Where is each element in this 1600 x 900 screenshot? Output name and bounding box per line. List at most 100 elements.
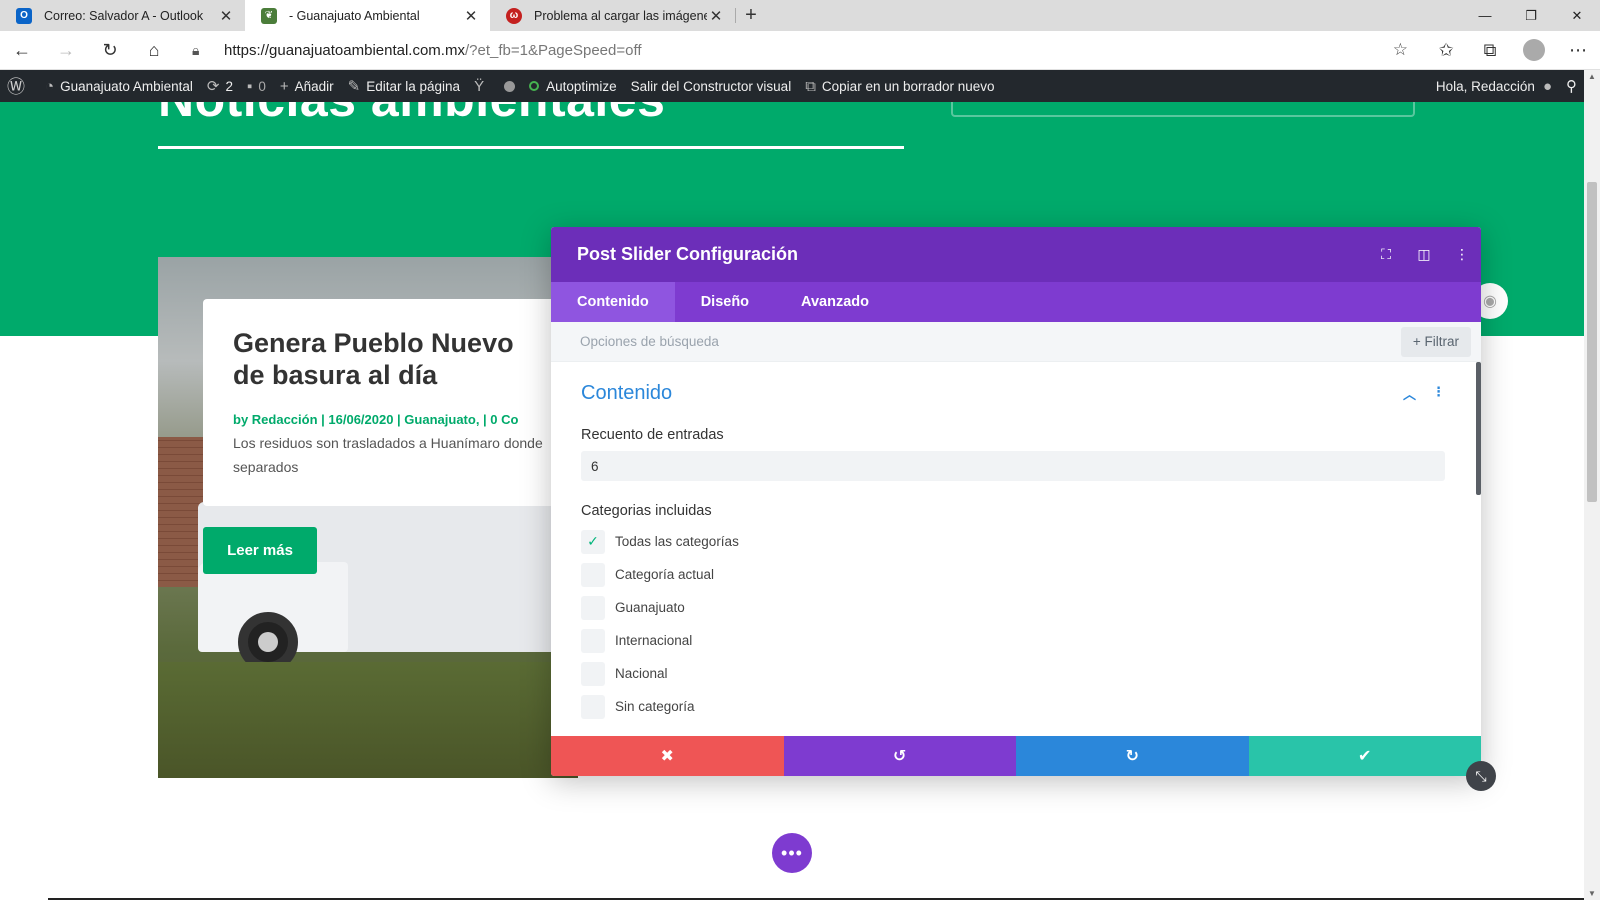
section-kebab-icon[interactable]: ⋮: [1432, 384, 1445, 403]
filter-button[interactable]: + Filtrar: [1400, 326, 1471, 357]
window-close-icon[interactable]: ✕: [1554, 0, 1600, 31]
category-checkbox-nacional[interactable]: Nacional: [581, 657, 1445, 690]
copy-draft-label: Copiar en un borrador nuevo: [821, 78, 995, 94]
add-new-link[interactable]: + Añadir: [273, 70, 341, 102]
favorites-icon[interactable]: ✩: [1424, 31, 1468, 70]
tab-avanzado[interactable]: Avanzado: [775, 282, 895, 322]
modal-header[interactable]: Post Slider Configuración ⛶ ◫ ⋮: [551, 227, 1481, 282]
options-search-input[interactable]: [580, 334, 1401, 349]
yoast-link[interactable]: Ÿ: [467, 70, 497, 102]
edit-page-link[interactable]: ✎ Editar la página: [341, 70, 467, 102]
close-icon[interactable]: ✕: [707, 7, 725, 25]
wordpress-logo-icon[interactable]: Ⓦ: [0, 70, 38, 102]
checkbox[interactable]: [581, 694, 605, 719]
window-controls: — ❐ ✕: [1462, 0, 1600, 31]
section-title: Contenido: [581, 382, 673, 404]
restore-icon[interactable]: ❐: [1508, 0, 1554, 31]
account-menu[interactable]: Hola, Redacción ●: [1429, 70, 1559, 102]
new-tab-button[interactable]: +: [736, 0, 766, 31]
site-name-label: Guanajuato Ambiental: [60, 78, 193, 94]
forward-icon[interactable]: →: [44, 31, 88, 70]
comments-link[interactable]: ▪ 0: [240, 70, 273, 102]
category-checkbox-sin-categoria[interactable]: Sin categoría: [581, 690, 1445, 723]
check-icon[interactable]: ✓: [581, 529, 605, 554]
url-path: /?et_fb=1&PageSpeed=off: [464, 41, 642, 59]
checkbox[interactable]: [581, 562, 605, 587]
address-bar[interactable]: 🔒︎ https://guanajuatoambiental.com.mx/?e…: [182, 34, 1418, 66]
autoptimize-link[interactable]: Autoptimize: [522, 70, 624, 102]
pencil-icon: ✎: [347, 78, 361, 95]
kebab-menu-icon[interactable]: ⋮: [1443, 246, 1481, 263]
post-slider-settings-modal: Post Slider Configuración ⛶ ◫ ⋮ Contenid…: [551, 227, 1481, 776]
category-checkbox-actual[interactable]: Categoría actual: [581, 558, 1445, 591]
read-more-button[interactable]: Leer más: [203, 527, 317, 574]
tab-contenido[interactable]: Contenido: [551, 282, 675, 322]
redo-button[interactable]: ↻: [1016, 736, 1249, 776]
tab-guanajuato-ambiental[interactable]: ❦ - Guanajuato Ambiental ✕: [245, 0, 490, 31]
modal-body: Contenido ︿ ⋮ Recuento de entradas 6 Cat…: [551, 362, 1481, 736]
scrollbar-thumb[interactable]: [1587, 182, 1597, 502]
refresh-icon[interactable]: ↻: [88, 31, 132, 70]
modal-scrollbar[interactable]: [1476, 362, 1481, 495]
tab-title: - Guanajuato Ambiental: [289, 8, 420, 23]
wpe-icon: ω: [506, 7, 522, 24]
checkbox[interactable]: [581, 661, 605, 686]
search-icon[interactable]: ⚲: [1559, 70, 1584, 102]
tab-title: Problema al cargar las imágenes: [534, 8, 707, 23]
back-icon[interactable]: ←: [0, 31, 44, 70]
discard-button[interactable]: ✖: [551, 736, 784, 776]
site-name-link[interactable]: ◔ Guanajuato Ambiental: [38, 70, 200, 102]
browser-toolbar: ← → ↻ ⌂ 🔒︎ https://guanajuatoambiental.c…: [0, 31, 1600, 70]
page-scrollbar[interactable]: ▲ ▼: [1584, 70, 1600, 900]
undo-button[interactable]: ↺: [783, 736, 1016, 776]
chevron-up-icon[interactable]: ︿: [1403, 384, 1416, 403]
category-checkbox-internacional[interactable]: Internacional: [581, 624, 1445, 657]
close-icon[interactable]: ✕: [217, 7, 235, 25]
split-view-icon[interactable]: ◫: [1405, 246, 1443, 263]
browser-tab-strip: O Correo: Salvador A - Outlook ✕ ❦ - Gua…: [0, 0, 1600, 31]
checkbox[interactable]: [581, 628, 605, 653]
exit-visual-builder-link[interactable]: Salir del Constructor visual: [624, 70, 799, 102]
home-icon[interactable]: ⌂: [132, 31, 176, 70]
profile-avatar[interactable]: [1512, 31, 1556, 70]
copy-to-draft-link[interactable]: ⧉ Copiar en un borrador nuevo: [798, 70, 1001, 102]
tab-outlook[interactable]: O Correo: Salvador A - Outlook ✕: [0, 0, 245, 31]
updates-count: 2: [225, 78, 234, 94]
content-section-header[interactable]: Contenido ︿ ⋮: [581, 382, 1445, 405]
save-button[interactable]: ✔: [1248, 736, 1481, 776]
modal-title: Post Slider Configuración: [577, 244, 799, 264]
autoptimize-label: Autoptimize: [546, 78, 617, 94]
category-checkbox-todas[interactable]: ✓ Todas las categorías: [581, 525, 1445, 558]
tab-diseno[interactable]: Diseño: [675, 282, 775, 322]
exit-builder-label: Salir del Constructor visual: [630, 78, 792, 94]
updates-link[interactable]: ⟳ 2: [200, 70, 240, 102]
tab-problema-imagenes[interactable]: ω Problema al cargar las imágenes ✕: [490, 0, 735, 31]
more-menu-icon[interactable]: ⋯: [1556, 31, 1600, 70]
scroll-up-icon[interactable]: ▲: [1584, 72, 1600, 81]
checkbox-label: Guanajuato: [615, 600, 685, 615]
collections-icon[interactable]: ⧉: [1468, 31, 1512, 70]
categories-checklist: ✓ Todas las categorías Categoría actual …: [581, 525, 1445, 723]
checkbox-label: Nacional: [615, 666, 668, 681]
modal-tabs: Contenido Diseño Avanzado: [551, 282, 1481, 322]
post-count-input[interactable]: 6: [581, 451, 1445, 481]
resize-handle-icon[interactable]: ⤡: [1466, 761, 1496, 791]
post-title-line-2: de basura al día: [233, 360, 438, 391]
scroll-down-icon[interactable]: ▼: [1584, 889, 1600, 898]
excerpt-line-1: Los residuos son trasladados a Huanímaro…: [233, 434, 543, 451]
field-image: [158, 662, 578, 778]
hero-title: Noticias ambientales: [158, 102, 665, 128]
fullscreen-icon[interactable]: ⛶: [1367, 246, 1405, 263]
tab-title: Correo: Salvador A - Outlook: [44, 8, 204, 23]
close-icon[interactable]: ✕: [462, 7, 480, 25]
post-meta[interactable]: by Redacción | 16/06/2020 | Guanajuato, …: [233, 412, 583, 427]
favorite-star-icon[interactable]: ☆: [1393, 40, 1408, 60]
builder-options-button[interactable]: •••: [772, 833, 812, 873]
checkbox[interactable]: [581, 595, 605, 620]
minimize-icon[interactable]: —: [1462, 0, 1508, 31]
edit-page-label: Editar la página: [366, 78, 461, 94]
category-checkbox-guanajuato[interactable]: Guanajuato: [581, 591, 1445, 624]
post-title[interactable]: Genera Pueblo Nuevo de basura al día: [233, 327, 583, 392]
hero-search-box[interactable]: [951, 102, 1415, 117]
options-search-bar: + Filtrar: [551, 322, 1481, 362]
